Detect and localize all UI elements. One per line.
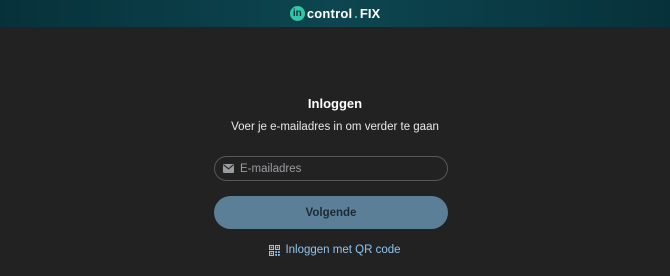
logo-fix: FIX (359, 6, 381, 21)
page-subtitle: Voer je e-mailadres in om verder te gaan (231, 121, 439, 133)
app-logo: in control. FIX (289, 6, 381, 21)
email-input[interactable] (240, 162, 447, 175)
next-button[interactable]: Volgende (214, 196, 448, 229)
logo-dot: . (354, 6, 358, 21)
qr-login-label: Inloggen met QR code (285, 244, 401, 256)
mail-icon (223, 164, 234, 173)
logo-word: control (306, 6, 353, 21)
page-title: Inloggen (307, 96, 363, 111)
top-bar: in control. FIX (0, 0, 670, 27)
email-field[interactable] (214, 156, 448, 181)
qr-code-icon (269, 244, 281, 256)
qr-login-link[interactable]: Inloggen met QR code (0, 244, 670, 256)
logo-badge: in (289, 6, 305, 21)
